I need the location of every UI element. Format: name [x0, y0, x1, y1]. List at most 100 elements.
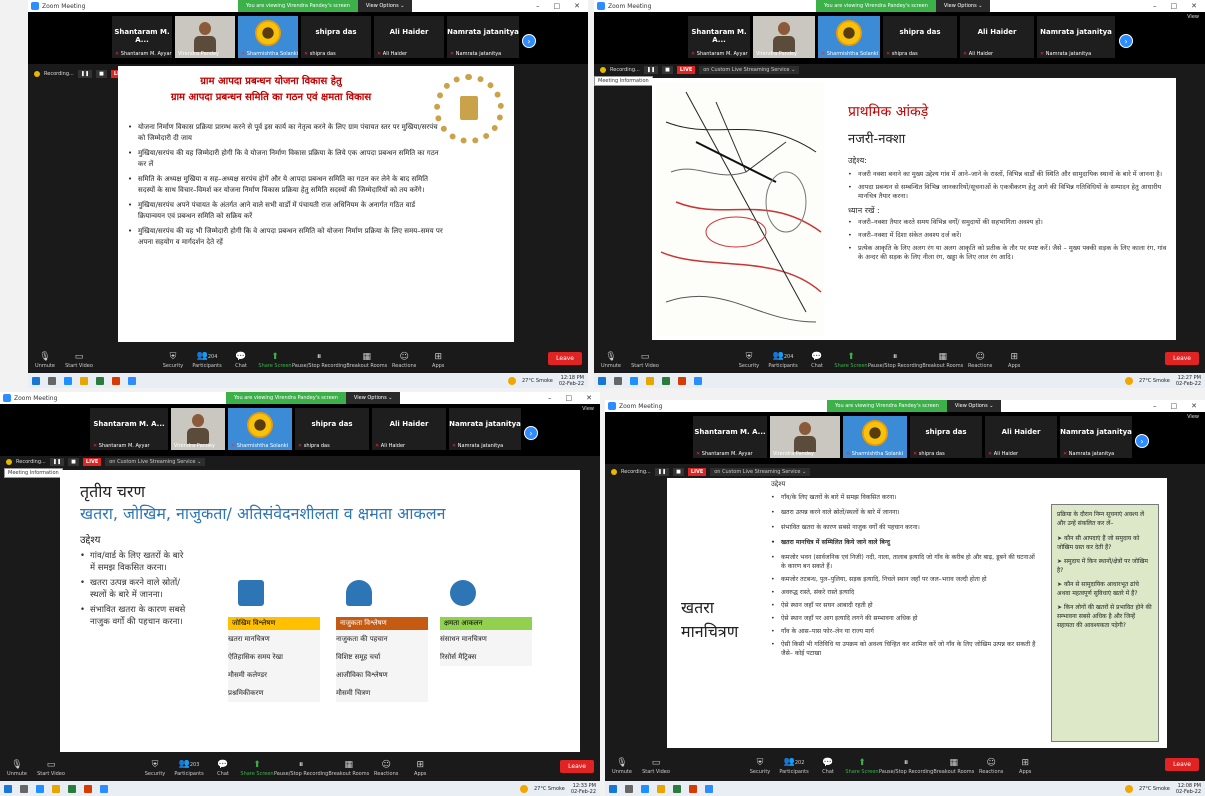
reactions-button[interactable]: ☺ Reactions [963, 352, 997, 369]
stop-button[interactable]: ■ [662, 66, 673, 74]
participant-tile[interactable]: shipra das ✕ shipra das [910, 416, 982, 458]
stop-button[interactable]: ■ [96, 70, 107, 78]
apps-button[interactable]: ⊞ Apps [997, 352, 1031, 369]
maximize-icon[interactable]: □ [566, 394, 573, 402]
minimize-icon[interactable]: – [548, 394, 552, 402]
windows-start-icon[interactable] [4, 784, 12, 793]
folder-icon[interactable] [52, 784, 60, 793]
excel-icon[interactable] [673, 784, 681, 793]
participant-tile[interactable]: Ali Haider ✕ Ali Haider [372, 408, 446, 450]
share-screen-button[interactable]: ⬆ Share Screen [845, 758, 879, 775]
pause-recording-button[interactable]: ⏸ Pause/Stop Recording [868, 352, 922, 369]
participants-button[interactable]: 👥202 Participants [777, 757, 811, 775]
taskview-icon[interactable] [614, 376, 622, 385]
windows-start-icon[interactable] [598, 376, 606, 385]
chat-button[interactable]: 💬 Chat [224, 352, 258, 369]
participant-tile[interactable]: Shantaram M. A... ✕ Shantaram M. Ayyar [693, 416, 767, 458]
reactions-button[interactable]: ☺ Reactions [387, 352, 421, 369]
unmute-button[interactable]: 🎙 Unmute [605, 758, 639, 775]
share-screen-button[interactable]: ⬆ Share Screen [240, 760, 274, 777]
excel-icon[interactable] [96, 376, 104, 385]
view-button[interactable]: View [582, 406, 594, 412]
start-video-button[interactable]: ▭ Start Video [62, 352, 96, 369]
pause-recording-button[interactable]: ⏸ Pause/Stop Recording [274, 760, 328, 777]
security-button[interactable]: ⛨ Security [138, 760, 172, 777]
apps-button[interactable]: ⊞ Apps [421, 352, 455, 369]
taskview-icon[interactable] [20, 784, 28, 793]
participant-tile[interactable]: Ali Haider ✕ Ali Haider [374, 16, 444, 58]
participant-tile-avatar[interactable]: ✕ Sharmishtha Solanki [238, 16, 298, 58]
participant-tile-video[interactable]: Virendra Pandey [753, 16, 815, 58]
pause-button[interactable]: ❚❚ [77, 70, 93, 78]
next-page-icon[interactable]: › [522, 34, 536, 48]
start-video-button[interactable]: ▭ Start Video [628, 352, 662, 369]
pause-button[interactable]: ❚❚ [643, 66, 659, 74]
streaming-service-dropdown[interactable]: on Custom Live Streaming Service ⌄ [699, 66, 800, 74]
participant-tile-avatar[interactable]: ✕ Sharmishtha Solanki [818, 16, 880, 58]
close-icon[interactable]: ✕ [1191, 402, 1197, 410]
unmute-button[interactable]: 🎙 Unmute [28, 352, 62, 369]
participant-tile-avatar[interactable]: ✕ Sharmishtha Solanki [228, 408, 292, 450]
next-page-icon[interactable]: › [524, 426, 538, 440]
streaming-service-dropdown[interactable]: on Custom Live Streaming Service ⌄ [710, 468, 811, 476]
participant-tile[interactable]: Ali Haider ✕ Ali Haider [985, 416, 1057, 458]
folder-icon[interactable] [646, 376, 654, 385]
edge-icon[interactable] [630, 376, 638, 385]
pause-button[interactable]: ❚❚ [654, 468, 670, 476]
participants-button[interactable]: 👥204 Participants [190, 351, 224, 369]
leave-button[interactable]: Leave [1165, 352, 1199, 365]
pause-recording-button[interactable]: ⏸ Pause/Stop Recording [292, 352, 346, 369]
participant-tile[interactable]: Namrata jatanitya ✕ Namrata jatanitya [449, 408, 521, 450]
minimize-icon[interactable]: – [1153, 402, 1157, 410]
participant-tile[interactable]: shipra das ✕ shipra das [295, 408, 369, 450]
participant-tile[interactable]: Namrata jatanitya ✕ Namrata jatanitya [447, 16, 519, 58]
office-icon[interactable] [112, 376, 120, 385]
security-button[interactable]: ⛨ Security [156, 352, 190, 369]
next-page-icon[interactable]: › [1119, 34, 1133, 48]
edge-icon[interactable] [36, 784, 44, 793]
view-options-button[interactable]: View Options ⌄ [946, 400, 1002, 412]
apps-button[interactable]: ⊞ Apps [1008, 758, 1042, 775]
view-options-button[interactable]: View Options ⌄ [345, 392, 401, 404]
share-screen-button[interactable]: ⬆ Share Screen [258, 352, 292, 369]
edge-icon[interactable] [64, 376, 72, 385]
minimize-icon[interactable]: – [536, 2, 540, 10]
pause-button[interactable]: ❚❚ [49, 458, 65, 466]
stop-button[interactable]: ■ [673, 468, 684, 476]
maximize-icon[interactable]: □ [554, 2, 561, 10]
view-button[interactable]: View [1187, 414, 1199, 420]
view-button[interactable]: View [1187, 14, 1199, 20]
windows-start-icon[interactable] [32, 376, 40, 385]
zoom-taskbar-icon[interactable] [694, 376, 702, 385]
folder-icon[interactable] [80, 376, 88, 385]
participant-tile[interactable]: Shantaram M. A... ✕ Shantaram M. Ayyar [90, 408, 168, 450]
zoom-taskbar-icon[interactable] [128, 376, 136, 385]
participant-tile[interactable]: Shantaram M. A... ✕ Shantaram M. Ayyar [112, 16, 172, 58]
apps-button[interactable]: ⊞ Apps [403, 760, 437, 777]
leave-button[interactable]: Leave [548, 352, 582, 365]
start-video-button[interactable]: ▭ Start Video [34, 760, 68, 777]
close-icon[interactable]: ✕ [586, 394, 592, 402]
participants-button[interactable]: 👥203 Participants [172, 759, 206, 777]
maximize-icon[interactable]: □ [1171, 402, 1178, 410]
breakout-rooms-button[interactable]: ▦ Breakout Rooms [922, 352, 963, 369]
streaming-service-dropdown[interactable]: on Custom Live Streaming Service ⌄ [105, 458, 206, 466]
close-icon[interactable]: ✕ [574, 2, 580, 10]
taskview-icon[interactable] [48, 376, 56, 385]
security-button[interactable]: ⛨ Security [743, 758, 777, 775]
participant-tile-video[interactable]: Virendra Pandey [171, 408, 225, 450]
participant-tile[interactable]: shipra das ✕ shipra das [883, 16, 957, 58]
unmute-button[interactable]: 🎙 Unmute [594, 352, 628, 369]
minimize-icon[interactable]: – [1153, 2, 1157, 10]
participant-tile-avatar[interactable]: ✕ Sharmishtha Solanki [843, 416, 907, 458]
security-button[interactable]: ⛨ Security [732, 352, 766, 369]
pause-recording-button[interactable]: ⏸ Pause/Stop Recording [879, 758, 933, 775]
folder-icon[interactable] [657, 784, 665, 793]
maximize-icon[interactable]: □ [1171, 2, 1178, 10]
zoom-taskbar-icon[interactable] [100, 784, 108, 793]
participant-tile[interactable]: Ali Haider ✕ Ali Haider [960, 16, 1034, 58]
taskview-icon[interactable] [625, 784, 633, 793]
next-page-icon[interactable]: › [1135, 434, 1149, 448]
edge-icon[interactable] [641, 784, 649, 793]
leave-button[interactable]: Leave [1165, 758, 1199, 771]
